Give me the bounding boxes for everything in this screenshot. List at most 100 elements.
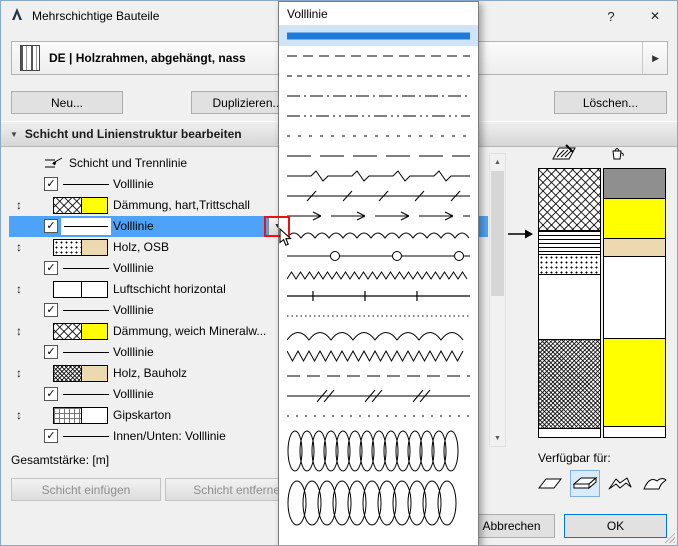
line-type-option[interactable] — [279, 326, 478, 346]
line-type-option[interactable] — [279, 246, 478, 266]
line-pattern-dash-sparse — [287, 135, 470, 137]
delete-button[interactable]: Löschen... — [554, 91, 667, 114]
slab-icon[interactable] — [570, 470, 600, 497]
separator-label: Volllinie — [113, 219, 154, 233]
line-type-option[interactable] — [279, 106, 478, 126]
drag-handle-icon[interactable]: ↕ — [16, 321, 22, 342]
surface-band — [604, 199, 665, 239]
cut-fill-swatch[interactable] — [53, 281, 82, 298]
layer-label: Holz, OSB — [113, 240, 170, 254]
cut-fill-swatch[interactable] — [53, 323, 82, 340]
line-pattern-sawtooth-small — [287, 271, 468, 280]
scroll-up-icon[interactable]: ▲ — [490, 154, 505, 170]
cut-fill-pen-icon[interactable] — [552, 144, 576, 164]
layer-label: Luftschicht horizontal — [113, 282, 226, 296]
line-type-option[interactable] — [279, 166, 478, 186]
shell-icon[interactable] — [640, 470, 670, 497]
cut-band — [539, 340, 600, 429]
line-type-option[interactable] — [279, 286, 478, 306]
separator-checkbox[interactable]: ✓ — [44, 261, 58, 275]
drag-handle-icon[interactable]: ↕ — [16, 405, 22, 426]
line-type-option[interactable] — [279, 26, 478, 46]
line-type-option[interactable] — [279, 426, 478, 476]
line-type-list — [279, 26, 478, 530]
wall-icon[interactable] — [535, 470, 565, 497]
separator-checkbox[interactable]: ✓ — [44, 429, 58, 443]
separator-checkbox[interactable]: ✓ — [44, 345, 58, 359]
cut-band — [539, 169, 600, 231]
line-type-option[interactable] — [279, 146, 478, 166]
line-pattern-slash-ticks — [287, 190, 470, 202]
surface-swatch[interactable] — [81, 323, 108, 340]
cancel-button[interactable]: Abbrechen — [468, 514, 555, 538]
separator-checkbox[interactable]: ✓ — [44, 177, 58, 191]
composite-structures-dialog: Mehrschichtige Bauteile ? ✕ DE | Holzrah… — [0, 0, 678, 546]
expand-arrow-icon[interactable]: ▶ — [642, 42, 659, 74]
line-type-option[interactable] — [279, 186, 478, 206]
list-scrollbar[interactable]: ▲ ▼ — [489, 153, 506, 447]
cut-fill-swatch[interactable] — [53, 365, 82, 382]
surface-band — [604, 169, 665, 199]
line-type-option[interactable] — [279, 66, 478, 86]
line-type-option[interactable] — [279, 46, 478, 66]
layer-label: Dämmung, hart,Trittschall — [113, 198, 250, 212]
line-type-option[interactable] — [279, 386, 478, 406]
separator-label: Volllinie — [113, 387, 154, 401]
line-sample — [63, 310, 109, 311]
drag-handle-icon[interactable]: ↕ — [16, 363, 22, 384]
help-button[interactable]: ? — [589, 1, 633, 31]
availability-options — [535, 470, 670, 497]
surface-swatch[interactable] — [81, 197, 108, 214]
surface-swatch[interactable] — [81, 239, 108, 256]
line-pattern-dash-short — [287, 75, 470, 77]
line-type-popup: Volllinie — [278, 1, 479, 545]
line-pattern-loops-small — [287, 430, 459, 472]
composite-name: DE | Holzrahmen, abgehängt, nass — [49, 51, 246, 65]
scroll-down-icon[interactable]: ▼ — [490, 430, 505, 446]
line-type-option[interactable] — [279, 306, 478, 326]
mouse-cursor-icon — [279, 227, 292, 250]
line-type-option[interactable] — [279, 126, 478, 146]
line-type-option[interactable] — [279, 366, 478, 386]
scrollbar-thumb[interactable] — [491, 171, 504, 296]
new-button[interactable]: Neu... — [11, 91, 123, 114]
line-type-option[interactable] — [279, 226, 478, 246]
line-type-option[interactable] — [279, 86, 478, 106]
line-sample — [63, 352, 109, 353]
cut-fill-swatch[interactable] — [53, 407, 82, 424]
line-type-option[interactable] — [279, 346, 478, 366]
layer-table-header-label: Schicht und Trennlinie — [69, 156, 188, 170]
line-sample — [64, 226, 108, 227]
section-title: Schicht und Linienstruktur bearbeiten — [24, 127, 242, 141]
line-sample — [63, 268, 109, 269]
line-type-option[interactable] — [279, 206, 478, 226]
close-button[interactable]: ✕ — [633, 1, 677, 31]
line-sample — [63, 394, 109, 395]
line-type-option[interactable] — [279, 266, 478, 286]
ok-button[interactable]: OK — [564, 514, 667, 538]
cut-band — [539, 429, 600, 437]
surface-swatch[interactable] — [81, 407, 108, 424]
line-pattern-dash-long — [287, 55, 470, 57]
drag-handle-icon[interactable]: ↕ — [16, 195, 22, 216]
layer-label: Holz, Bauholz — [113, 366, 188, 380]
line-type-option[interactable] — [279, 406, 478, 426]
surface-swatch[interactable] — [81, 365, 108, 382]
separator-checkbox[interactable]: ✓ — [44, 387, 58, 401]
cut-band — [539, 231, 600, 255]
separator-checkbox[interactable]: ✓ — [44, 303, 58, 317]
roof-icon[interactable] — [605, 470, 635, 497]
cut-fill-swatch[interactable] — [53, 197, 82, 214]
insert-layer-button[interactable]: Schicht einfügen — [11, 478, 161, 501]
drag-handle-icon[interactable]: ↕ — [16, 279, 22, 300]
line-type-option[interactable] — [279, 476, 478, 530]
separator-checkbox[interactable]: ✓ — [44, 219, 58, 233]
line-pattern-wave-small — [287, 232, 470, 239]
availability-label: Verfügbar für: — [538, 451, 611, 465]
surface-swatch[interactable] — [81, 281, 108, 298]
window-title: Mehrschichtige Bauteile — [32, 9, 160, 23]
surface-pen-icon[interactable] — [607, 144, 627, 165]
cut-fill-swatch[interactable] — [53, 239, 82, 256]
drag-handle-icon[interactable]: ↕ — [16, 237, 22, 258]
collapse-triangle-icon[interactable]: ▼ — [10, 130, 18, 139]
